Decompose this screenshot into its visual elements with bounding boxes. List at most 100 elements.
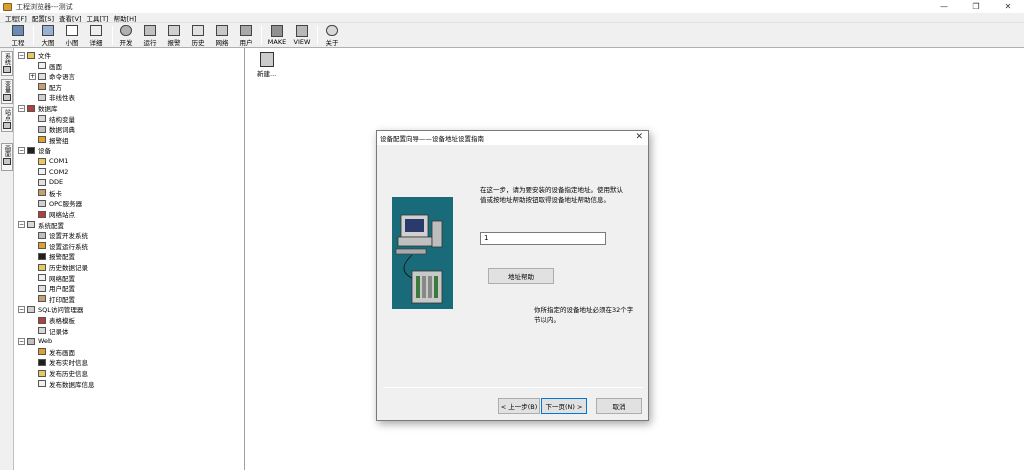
new-item[interactable]: 新建... bbox=[257, 52, 276, 78]
tree-item-label: 数据词典 bbox=[49, 126, 75, 135]
tree-node-icon bbox=[38, 62, 46, 70]
tree-item-label: 配方 bbox=[49, 83, 62, 92]
toolbar-large-icons-button[interactable]: 大图 bbox=[38, 24, 58, 47]
tree-item[interactable]: 发布画面 bbox=[29, 347, 75, 357]
toolbar-details-button[interactable]: 详细 bbox=[86, 24, 106, 47]
tree-item[interactable]: 记录体 bbox=[29, 326, 69, 336]
toolbar-view-button[interactable]: VIEW bbox=[291, 24, 313, 47]
tree-item[interactable]: 结构变量 bbox=[29, 114, 75, 124]
toolbar-network-button[interactable]: 网络 bbox=[212, 24, 232, 47]
small-icons-icon bbox=[66, 25, 78, 36]
tree-item[interactable]: COM1 bbox=[29, 156, 68, 166]
tree-item[interactable]: COM2 bbox=[29, 167, 68, 177]
tree-item-label: 发布数据库信息 bbox=[49, 380, 95, 389]
expand-icon[interactable]: + bbox=[29, 72, 36, 80]
tree-item[interactable]: 数据词典 bbox=[29, 124, 75, 134]
tree-node-icon bbox=[38, 380, 46, 388]
tree-item[interactable]: 打印配置 bbox=[29, 294, 75, 304]
tree-node-icon bbox=[38, 178, 46, 186]
toolbar-make-button[interactable]: MAKE bbox=[266, 24, 288, 47]
tree-item[interactable]: − SQL访问管理器 bbox=[18, 304, 83, 314]
tree-item[interactable]: 用户配置 bbox=[29, 283, 75, 293]
menu-view[interactable]: 查看[V] bbox=[59, 13, 82, 23]
toolbar-develop-button[interactable]: 开发 bbox=[116, 24, 136, 47]
collapse-icon[interactable]: − bbox=[18, 221, 25, 229]
tab-stations[interactable]: 站点 bbox=[1, 107, 13, 132]
tree-item[interactable]: 设置运行系统 bbox=[29, 241, 88, 251]
tree-item[interactable]: − 文件 bbox=[18, 50, 51, 60]
tree-item[interactable]: 配方 bbox=[29, 82, 62, 92]
tree-item[interactable]: 发布历史信息 bbox=[29, 368, 88, 378]
menu-config[interactable]: 配置[S] bbox=[32, 13, 54, 23]
tree-item[interactable]: − 数据库 bbox=[18, 103, 58, 113]
toolbar-alarm-button[interactable]: 报警 bbox=[164, 24, 184, 47]
tree-node-icon bbox=[27, 146, 35, 154]
toolbar-project-button[interactable]: 工程 bbox=[6, 24, 30, 47]
menu-help[interactable]: 帮助[H] bbox=[114, 13, 137, 23]
cancel-button[interactable]: 取消 bbox=[596, 398, 642, 414]
tree-item-label: Web bbox=[38, 337, 53, 346]
menu-tools[interactable]: 工具[T] bbox=[87, 13, 109, 23]
tree-item[interactable]: 历史数据记录 bbox=[29, 262, 88, 272]
tree-item[interactable]: 表格模板 bbox=[29, 315, 75, 325]
tree-item-label: COM2 bbox=[49, 167, 69, 176]
tree-item[interactable]: 网络配置 bbox=[29, 273, 75, 283]
collapse-icon[interactable]: − bbox=[18, 51, 25, 59]
tree-item[interactable]: 板卡 bbox=[29, 188, 62, 198]
tree-node-icon bbox=[27, 104, 35, 112]
dialog-close-icon[interactable]: ✕ bbox=[635, 132, 643, 142]
tree-item[interactable]: 发布数据库信息 bbox=[29, 379, 95, 389]
back-button[interactable]: < 上一步(B) bbox=[498, 398, 540, 414]
network-icon bbox=[216, 25, 228, 36]
tree-item[interactable]: 画面 bbox=[29, 61, 62, 71]
tree-item[interactable]: − 系统配置 bbox=[18, 220, 64, 230]
toolbar-user-button[interactable]: 用户 bbox=[236, 24, 256, 47]
collapse-icon[interactable]: − bbox=[18, 146, 25, 154]
collapse-icon[interactable]: − bbox=[18, 337, 25, 345]
menu-project[interactable]: 工程[F] bbox=[5, 13, 27, 23]
new-screen-icon bbox=[259, 52, 274, 67]
tree-item[interactable]: 发布实时信息 bbox=[29, 357, 88, 367]
address-hint-text: 你所指定的设备地址必须在32个字节以内。 bbox=[534, 306, 634, 324]
variables-tab-icon bbox=[3, 94, 11, 101]
minimize-button[interactable]: — bbox=[928, 0, 960, 13]
tree-item[interactable]: − Web bbox=[18, 336, 52, 346]
tree-item[interactable]: 网络站点 bbox=[29, 209, 75, 219]
toolbar-small-icons-button[interactable]: 小图 bbox=[62, 24, 82, 47]
tree-item-label: 报警配置 bbox=[49, 253, 75, 262]
tree-item[interactable]: + 命令语言 bbox=[29, 71, 75, 81]
view-icon bbox=[296, 25, 308, 37]
tab-screens[interactable]: 画面 bbox=[1, 143, 13, 171]
tree-item-label: 画面 bbox=[49, 62, 62, 71]
tree-item[interactable]: 设置开发系统 bbox=[29, 230, 88, 240]
tree-item[interactable]: DDE bbox=[29, 177, 63, 187]
tree-item-label: 打印配置 bbox=[49, 295, 75, 304]
restore-button[interactable]: ❐ bbox=[960, 0, 992, 13]
tree-item-label: 文件 bbox=[38, 52, 51, 60]
collapse-icon[interactable]: − bbox=[18, 305, 25, 313]
tab-variables[interactable]: 变量 bbox=[1, 79, 13, 104]
tree-item[interactable]: 非线性表 bbox=[29, 92, 75, 102]
tree-item-label: 历史数据记录 bbox=[49, 264, 88, 272]
toolbar-history-button[interactable]: 历史 bbox=[188, 24, 208, 47]
tree-item-label: 设置开发系统 bbox=[49, 232, 88, 241]
tree-node-icon bbox=[38, 369, 46, 377]
collapse-icon[interactable]: − bbox=[18, 104, 25, 112]
tree-item-label: 发布历史信息 bbox=[49, 370, 88, 378]
next-button[interactable]: 下一页(N) > bbox=[541, 398, 587, 414]
toolbar-run-button[interactable]: 运行 bbox=[140, 24, 160, 47]
tree-item[interactable]: 报警配置 bbox=[29, 251, 75, 261]
tree-node-icon bbox=[38, 157, 46, 165]
device-address-input[interactable]: 1 bbox=[480, 232, 606, 245]
tree-item[interactable]: 报警组 bbox=[29, 135, 69, 145]
tree-node-icon bbox=[38, 295, 46, 303]
toolbar-about-button[interactable]: 关于 bbox=[322, 24, 342, 47]
close-button[interactable]: ✕ bbox=[992, 0, 1024, 13]
tree-item-label: 系统配置 bbox=[38, 221, 64, 230]
address-help-button[interactable]: 地址帮助 bbox=[488, 268, 554, 284]
tree-item[interactable]: − 设备 bbox=[18, 145, 51, 155]
tree-item[interactable]: OPC服务器 bbox=[29, 198, 82, 208]
tree-node-icon bbox=[38, 199, 46, 207]
tree-item-label: 网络配置 bbox=[49, 274, 75, 283]
tab-system[interactable]: 系统 bbox=[1, 51, 13, 76]
